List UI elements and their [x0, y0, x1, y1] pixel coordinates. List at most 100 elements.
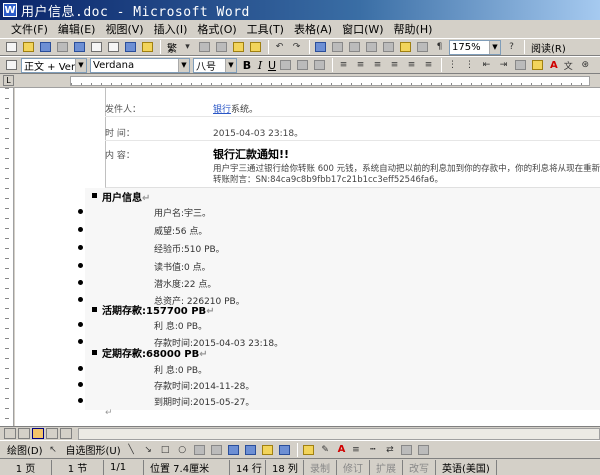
enclose-char-icon[interactable]: ⊛ [578, 58, 593, 72]
bullets-icon[interactable]: ⋮ [462, 58, 477, 72]
fill-color-icon[interactable] [301, 443, 316, 457]
font-dropdown-arrow[interactable]: ▼ [178, 58, 189, 72]
research-icon[interactable] [140, 40, 155, 54]
ruler-scale[interactable] [70, 76, 590, 86]
format-painter-icon[interactable] [248, 40, 263, 54]
menu-insert[interactable]: 插入(I) [149, 21, 193, 37]
line-color-icon[interactable]: ✎ [318, 443, 333, 457]
translate-chinese-button[interactable]: 繁 [164, 40, 180, 55]
rectangle-tool-icon[interactable]: □ [158, 443, 173, 457]
permission-icon[interactable] [55, 40, 70, 54]
distributed-icon[interactable]: ≡ [404, 58, 419, 72]
decrease-indent-icon[interactable]: ⇤ [479, 58, 494, 72]
highlight-icon[interactable] [530, 58, 545, 72]
document-map-icon[interactable] [415, 40, 430, 54]
line-style-icon[interactable]: ≡ [348, 443, 363, 457]
outline-view-icon[interactable] [46, 428, 58, 439]
vertical-textbox-icon[interactable] [209, 443, 224, 457]
font-select[interactable]: Verdana ▼ [90, 57, 190, 73]
status-ext[interactable]: 扩展 [370, 459, 403, 475]
font-size-select[interactable]: 八号 ▼ [193, 57, 237, 73]
vertical-ruler[interactable] [0, 88, 14, 426]
shadow-icon[interactable] [399, 443, 414, 457]
clipart-icon[interactable] [260, 443, 275, 457]
word-app-icon[interactable]: W [3, 3, 17, 17]
translate-dropdown-icon[interactable]: ▾ [180, 40, 195, 54]
italic-button[interactable]: I [254, 59, 266, 72]
border-icon[interactable] [513, 58, 528, 72]
status-rec[interactable]: 录制 [304, 459, 337, 475]
drawing-icon[interactable] [398, 40, 413, 54]
select-objects-icon[interactable]: ↖ [46, 443, 61, 457]
copy-icon[interactable] [214, 40, 229, 54]
menu-tools[interactable]: 工具(T) [242, 21, 289, 37]
menu-table[interactable]: 表格(A) [289, 21, 337, 37]
menu-file[interactable]: 文件(F) [6, 21, 53, 37]
status-ovr[interactable]: 改写 [403, 459, 436, 475]
reading-view-icon[interactable] [60, 428, 72, 439]
paste-icon[interactable] [231, 40, 246, 54]
menu-format[interactable]: 格式(O) [192, 21, 241, 37]
tables-borders-icon[interactable] [330, 40, 345, 54]
print-icon[interactable] [89, 40, 104, 54]
read-mode-button[interactable]: 阅读(R) [528, 40, 569, 55]
numbering-icon[interactable]: ⋮ [445, 58, 460, 72]
insert-table-icon[interactable] [347, 40, 362, 54]
textbox-icon[interactable] [192, 443, 207, 457]
dash-style-icon[interactable]: ┅ [365, 443, 380, 457]
phonetic-guide-icon[interactable]: 文 [561, 58, 576, 72]
wordart-icon[interactable] [226, 443, 241, 457]
3d-icon[interactable] [416, 443, 431, 457]
menu-help[interactable]: 帮助(H) [389, 21, 438, 37]
columns-icon[interactable] [381, 40, 396, 54]
align-right-icon[interactable]: ≡ [370, 58, 385, 72]
hyperlink-icon[interactable] [313, 40, 328, 54]
draw-menu-button[interactable]: 绘图(D) [4, 442, 46, 457]
underline-button[interactable]: U [266, 59, 278, 72]
zoom-select[interactable]: 175% ▼ [449, 39, 501, 55]
spelling-icon[interactable] [123, 40, 138, 54]
horizontal-ruler[interactable]: L [0, 74, 600, 88]
arrow-tool-icon[interactable]: ↘ [141, 443, 156, 457]
char-shading-icon[interactable] [295, 58, 310, 72]
diagram-icon[interactable] [243, 443, 258, 457]
print-view-icon[interactable] [32, 428, 44, 439]
menu-view[interactable]: 视图(V) [100, 21, 148, 37]
picture-icon[interactable] [277, 443, 292, 457]
sender-link[interactable]: 银行 [213, 105, 231, 115]
redo-icon[interactable]: ↷ [289, 40, 304, 54]
char-scale-icon[interactable] [312, 58, 327, 72]
autoshapes-button[interactable]: 自选图形(U) [63, 442, 124, 457]
line-tool-icon[interactable]: ╲ [124, 443, 139, 457]
open-folder-icon[interactable] [21, 40, 36, 54]
style-dropdown-arrow[interactable]: ▼ [75, 58, 86, 72]
bold-button[interactable]: B [240, 59, 254, 72]
line-spacing-icon[interactable]: ≡ [421, 58, 436, 72]
menu-window[interactable]: 窗口(W) [337, 21, 388, 37]
document-area[interactable]: 发件人： 银行系统。 时 间： 2015-04-03 23:18。 内 容： 银… [15, 88, 600, 426]
oval-tool-icon[interactable]: ○ [175, 443, 190, 457]
arrow-style-icon[interactable]: ⇄ [382, 443, 397, 457]
tab-selector[interactable]: L [3, 75, 14, 86]
style-select[interactable]: 正文 + Verd ▼ [21, 57, 87, 73]
align-left-icon[interactable]: ≡ [336, 58, 351, 72]
new-document-icon[interactable] [4, 40, 19, 54]
print-preview-icon[interactable] [106, 40, 121, 54]
cut-icon[interactable] [197, 40, 212, 54]
normal-view-icon[interactable] [4, 428, 16, 439]
increase-indent-icon[interactable]: ⇥ [496, 58, 511, 72]
undo-icon[interactable]: ↶ [272, 40, 287, 54]
insert-excel-icon[interactable] [364, 40, 379, 54]
font-color-button[interactable]: A [547, 60, 561, 71]
styles-pane-icon[interactable] [4, 58, 19, 72]
font-size-dropdown-arrow[interactable]: ▼ [225, 58, 236, 72]
help-icon[interactable]: ? [504, 40, 519, 54]
zoom-dropdown-arrow[interactable]: ▼ [489, 40, 500, 54]
menu-edit[interactable]: 编辑(E) [53, 21, 101, 37]
save-icon[interactable] [38, 40, 53, 54]
show-hide-icon[interactable]: ¶ [432, 40, 447, 54]
justify-icon[interactable]: ≡ [387, 58, 402, 72]
web-view-icon[interactable] [18, 428, 30, 439]
align-center-icon[interactable]: ≡ [353, 58, 368, 72]
horizontal-scrollbar[interactable] [78, 427, 600, 440]
